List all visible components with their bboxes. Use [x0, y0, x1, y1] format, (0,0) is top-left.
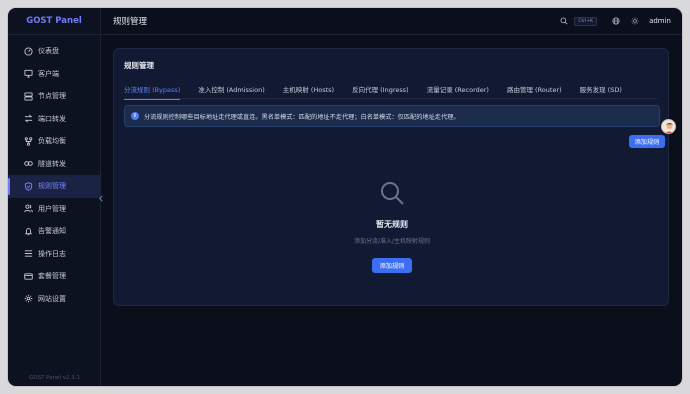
sidebar-item-label: 仪表盘 — [38, 47, 59, 56]
tab-bypass[interactable]: 分流规则 (Bypass) — [124, 84, 181, 100]
list-icon — [23, 249, 33, 259]
sidebar-item-port-forward[interactable]: 端口转发 — [8, 108, 100, 131]
sidebar-item-label: 套餐管理 — [38, 272, 66, 281]
gear-icon — [23, 294, 33, 304]
sidebar-item-label: 端口转发 — [38, 114, 66, 123]
user-menu[interactable]: admin — [649, 17, 671, 25]
server-icon — [23, 91, 33, 101]
top-bar-actions: Ctrl+K admin — [559, 16, 671, 26]
empty-search-icon — [381, 182, 404, 205]
sidebar-nav: 仪表盘 客户端 节点管理 端口转发 负载均衡 隧道转发 规则管理 用户管理 告警… — [8, 35, 100, 310]
empty-state-description: 添加分流/准入/主机映射规则 — [353, 238, 431, 245]
page-title: 规则管理 — [113, 17, 148, 27]
sidebar-item-users[interactable]: 用户管理 — [8, 198, 100, 221]
globe-icon[interactable] — [611, 16, 621, 26]
sidebar-item-label: 隧道转发 — [38, 159, 66, 168]
tab-sd[interactable]: 服务发现 (SD) — [580, 84, 622, 99]
tab-recorder[interactable]: 流量记录 (Recorder) — [427, 84, 489, 99]
app-window: GOST Panel 仪表盘 客户端 节点管理 端口转发 负载均衡 隧道转发 规… — [8, 8, 682, 386]
tab-hosts[interactable]: 主机映射 (Hosts) — [283, 84, 334, 99]
brand-logo[interactable]: GOST Panel — [8, 8, 100, 35]
card-icon — [23, 271, 33, 281]
sidebar-item-label: 告警通知 — [38, 227, 66, 236]
monitor-icon — [23, 69, 33, 79]
link-icon — [23, 159, 33, 169]
tab-router[interactable]: 路由管理 (Router) — [507, 84, 562, 99]
sidebar-item-clients[interactable]: 客户端 — [8, 63, 100, 86]
forward-icon — [23, 114, 33, 124]
empty-state-title: 暂无规则 — [376, 220, 408, 229]
sidebar-item-label: 负载均衡 — [38, 137, 66, 146]
shortcut-badge: Ctrl+K — [574, 16, 598, 26]
sidebar-item-logs[interactable]: 操作日志 — [8, 243, 100, 266]
floating-avatar[interactable] — [661, 119, 676, 134]
sidebar: GOST Panel 仪表盘 客户端 节点管理 端口转发 负载均衡 隧道转发 规… — [8, 8, 101, 386]
version-label: GOST Panel v2.3.1 — [28, 375, 81, 381]
sidebar-item-label: 规则管理 — [38, 182, 66, 191]
rule-tabs: 分流规则 (Bypass) 准入控制 (Admission) 主机映射 (Hos… — [124, 84, 658, 100]
sidebar-item-label: 用户管理 — [38, 204, 66, 213]
search-icon[interactable] — [559, 16, 569, 26]
info-icon: i — [131, 112, 139, 120]
sidebar-item-label: 节点管理 — [38, 92, 66, 101]
sidebar-item-nodes[interactable]: 节点管理 — [8, 85, 100, 108]
top-bar: 规则管理 Ctrl+K admin — [101, 8, 682, 35]
sidebar-item-label: 操作日志 — [38, 249, 66, 258]
add-rule-button[interactable]: 添加规则 — [629, 135, 665, 148]
sidebar-item-label: 网站设置 — [38, 294, 66, 303]
rules-card: 规则管理 分流规则 (Bypass) 准入控制 (Admission) 主机映射… — [113, 48, 669, 306]
dashboard-icon — [23, 46, 33, 56]
sidebar-item-settings[interactable]: 网站设置 — [8, 288, 100, 311]
alert-text: 分流规则控制哪些目标地址走代理或直连。黑名单模式：匹配的地址不走代理；白名单模式… — [144, 113, 460, 121]
bell-icon — [23, 226, 33, 236]
shield-icon — [23, 181, 33, 191]
sun-icon[interactable] — [630, 16, 640, 26]
tab-ingress[interactable]: 反向代理 (Ingress) — [352, 84, 409, 99]
chevron-left-icon — [99, 195, 103, 201]
sidebar-item-plans[interactable]: 套餐管理 — [8, 265, 100, 288]
card-title: 规则管理 — [124, 61, 154, 70]
tab-admission[interactable]: 准入控制 (Admission) — [198, 84, 264, 99]
users-icon — [23, 204, 33, 214]
add-rule-empty-button[interactable]: 添加规则 — [372, 258, 412, 273]
branch-icon — [23, 136, 33, 146]
info-alert: i 分流规则控制哪些目标地址走代理或直连。黑名单模式：匹配的地址不走代理；白名单… — [124, 105, 660, 127]
sidebar-item-rules[interactable]: 规则管理 — [8, 175, 100, 198]
sidebar-item-tunnel[interactable]: 隧道转发 — [8, 153, 100, 176]
sidebar-item-alerts[interactable]: 告警通知 — [8, 220, 100, 243]
collapse-sidebar-button[interactable] — [96, 191, 106, 205]
sidebar-item-label: 客户端 — [38, 69, 59, 78]
sidebar-item-dashboard[interactable]: 仪表盘 — [8, 40, 100, 63]
sidebar-item-load-balance[interactable]: 负载均衡 — [8, 130, 100, 153]
